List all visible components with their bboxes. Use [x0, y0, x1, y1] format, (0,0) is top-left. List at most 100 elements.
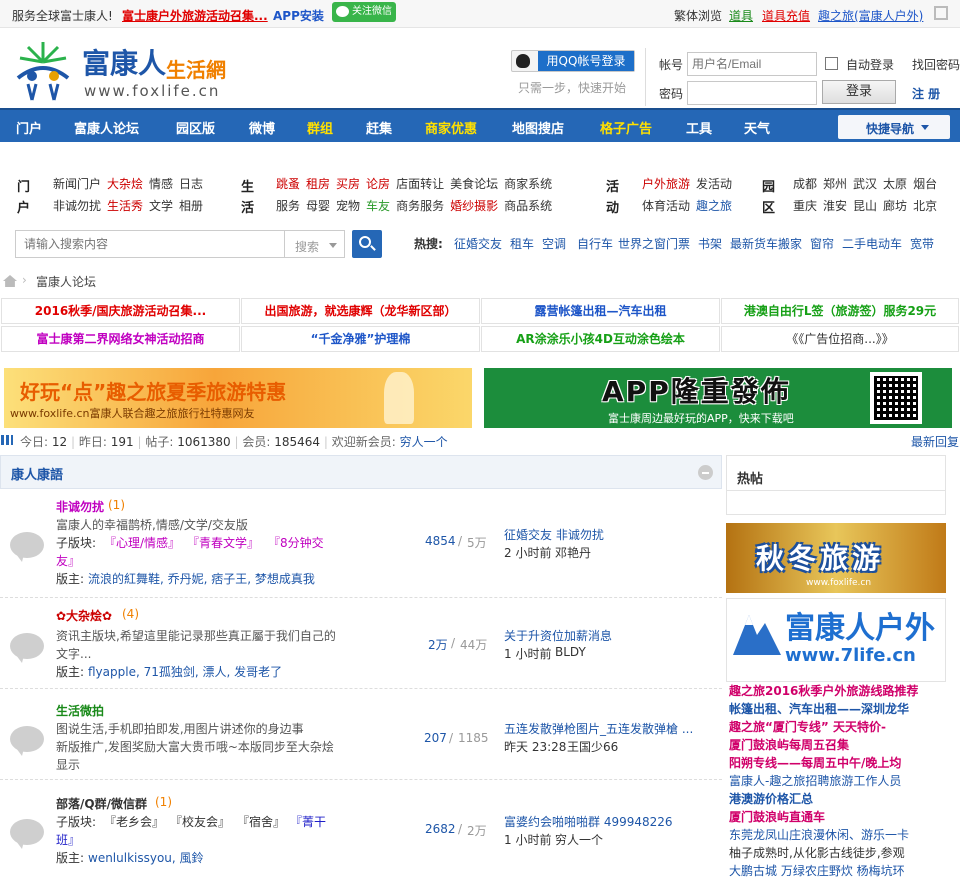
cat-link[interactable]: 母婴: [306, 199, 330, 213]
side-link[interactable]: 趣之旅2016秋季户外旅游线路推荐: [729, 682, 918, 699]
breadcrumb-forum-link[interactable]: 富康人论坛: [36, 273, 96, 290]
text-ad-cell[interactable]: AR涂涂乐小孩4D互动涂色绘本: [481, 326, 720, 352]
cat-link[interactable]: 美食论坛: [450, 177, 498, 191]
cat-link[interactable]: 商品系统: [504, 199, 552, 213]
cat-link[interactable]: 情感: [149, 177, 173, 191]
cat-link[interactable]: 买房: [336, 177, 360, 191]
cat-link[interactable]: 店面转让: [396, 177, 444, 191]
forum-last-post[interactable]: 五连发散弹枪图片_五连发散弹槍 ...: [504, 720, 693, 737]
search-button[interactable]: [352, 230, 382, 258]
hot-search-tag[interactable]: 二手电动车: [842, 235, 902, 252]
promo-link[interactable]: 富士康户外旅游活动召集...: [122, 7, 268, 24]
cat-link[interactable]: 淮安: [823, 199, 847, 213]
hot-search-tag[interactable]: 自行车: [577, 235, 613, 252]
cat-link[interactable]: 户外旅游: [642, 177, 690, 191]
side-link[interactable]: 大鹏古城 万绿农庄野炊 杨梅坑环: [729, 862, 905, 879]
forum-sub-link[interactable]: 『心理/情感』: [104, 534, 180, 551]
side-link[interactable]: 帐篷出租、汽车出租——深圳龙华: [729, 700, 909, 717]
auto-login-checkbox[interactable]: [825, 57, 838, 70]
cat-link[interactable]: 商家系统: [504, 177, 552, 191]
hot-search-tag[interactable]: 书架: [698, 235, 722, 252]
forum-mods[interactable]: 流浪的紅舞鞋, 乔丹妮, 痞子王, 梦想成真我: [88, 570, 315, 587]
outdoor-logo-ad[interactable]: 富康人户外 www.7life.cn: [726, 598, 946, 682]
forum-last-post[interactable]: 征婚交友 非诚勿扰: [504, 526, 604, 543]
find-password-link[interactable]: 找回密码: [912, 56, 960, 73]
cat-link[interactable]: 新闻门户: [53, 177, 101, 191]
side-link[interactable]: 阳朔专线——每周五中午/晚上均: [729, 754, 901, 771]
text-ad-cell[interactable]: 出国旅游，就选康辉（龙华新区部）: [241, 298, 480, 324]
fullscreen-icon[interactable]: [934, 6, 948, 20]
hot-search-tag[interactable]: 宽带: [910, 235, 934, 252]
hot-search-tag[interactable]: 租车: [510, 235, 534, 252]
nav-portal[interactable]: 门户: [16, 118, 42, 137]
cat-link[interactable]: 廊坊: [883, 199, 907, 213]
nav-grid-ads[interactable]: 格子广告: [600, 118, 652, 137]
forum-sub-link[interactable]: 『8分钟交: [268, 534, 324, 551]
login-button[interactable]: 登录: [822, 80, 896, 104]
account-input[interactable]: [687, 52, 817, 76]
register-link[interactable]: 注 册: [912, 85, 940, 102]
cat-link[interactable]: 发活动: [696, 177, 732, 191]
text-ad-cell[interactable]: 港澳自由行L签（旅游签）服务29元: [721, 298, 959, 324]
nav-weibo[interactable]: 微博: [249, 118, 275, 137]
qq-login-button[interactable]: 用QQ帐号登录: [511, 50, 635, 72]
cat-link[interactable]: 车友: [366, 199, 390, 213]
nav-weather[interactable]: 天气: [744, 118, 770, 137]
forum-last-user[interactable]: 邓艳丹: [555, 544, 591, 561]
cat-link[interactable]: 趣之旅: [696, 199, 732, 213]
side-link[interactable]: 富康人-趣之旅招聘旅游工作人员: [729, 772, 901, 789]
cat-link[interactable]: 成都: [793, 177, 817, 191]
recharge-link[interactable]: 道具充值: [762, 7, 810, 24]
cat-link[interactable]: 体育活动: [642, 199, 690, 213]
side-link[interactable]: 厦门鼓浪屿直通车: [729, 808, 825, 825]
wechat-follow-button[interactable]: 关注微信: [332, 2, 396, 22]
nav-market[interactable]: 赶集: [366, 118, 392, 137]
app-install-link[interactable]: APP安装: [273, 7, 324, 24]
forum-mods[interactable]: wenlulkissyou, 風鈴: [88, 849, 204, 866]
traditional-chinese-link[interactable]: 繁体浏览: [674, 7, 722, 24]
forum-name[interactable]: 生活微拍: [56, 702, 104, 719]
forum-name[interactable]: 部落/Q群/微信群: [56, 795, 147, 812]
side-link[interactable]: 东莞龙凤山庄浪漫休闲、游乐一卡: [729, 826, 909, 843]
forum-name[interactable]: ✿大杂烩✿: [56, 607, 112, 624]
cat-link[interactable]: 北京: [913, 199, 937, 213]
home-icon[interactable]: [3, 275, 17, 287]
forum-sub-link[interactable]: 『校友会』: [170, 813, 230, 830]
search-input[interactable]: [15, 230, 285, 258]
cat-link[interactable]: 文学: [149, 199, 173, 213]
search-type-select[interactable]: 搜索: [285, 230, 345, 258]
forum-last-user[interactable]: 穷人一个: [555, 831, 603, 848]
side-link[interactable]: 趣之旅“厦门专线” 天天特价-: [729, 718, 886, 735]
forum-sub-link[interactable]: 『老乡会』: [104, 813, 164, 830]
nav-park[interactable]: 园区版: [176, 118, 215, 137]
forum-sub-link[interactable]: 『宿舍』: [237, 813, 285, 830]
forum-last-user[interactable]: BLDY: [555, 645, 586, 659]
nav-deals[interactable]: 商家优惠: [425, 118, 477, 137]
forum-sub-link[interactable]: 『菁干: [290, 813, 326, 830]
latest-reply-link[interactable]: 最新回复: [911, 433, 959, 450]
side-link[interactable]: 柚子成熟时,从化影古线徒步,参观: [729, 844, 905, 861]
side-link[interactable]: 厦门鼓浪屿每周五召集: [729, 736, 849, 753]
cat-link[interactable]: 论房: [366, 177, 390, 191]
site-logo[interactable]: 富康人 生活網 www.foxlife.cn: [8, 38, 238, 102]
collapse-icon[interactable]: [698, 465, 713, 480]
tools-link[interactable]: 道具: [729, 7, 753, 24]
travel-banner[interactable]: 好玩“点”趣之旅夏季旅游特惠 www.foxlife.cn富康人联合趣之旅旅行社…: [4, 368, 472, 428]
hot-search-tag[interactable]: 最新货车搬家: [730, 235, 802, 252]
cat-link[interactable]: 武汉: [853, 177, 877, 191]
cat-link[interactable]: 郑州: [823, 177, 847, 191]
forum-last-user[interactable]: 王国少66: [567, 738, 618, 755]
hot-search-tag[interactable]: 空调: [542, 235, 566, 252]
cat-link[interactable]: 非诚勿扰: [53, 199, 101, 213]
cat-link[interactable]: 日志: [179, 177, 203, 191]
nav-tools[interactable]: 工具: [686, 118, 712, 137]
nav-groups[interactable]: 群组: [307, 118, 333, 137]
cat-link[interactable]: 大杂烩: [107, 177, 143, 191]
cat-link[interactable]: 昆山: [853, 199, 877, 213]
cat-link[interactable]: 相册: [179, 199, 203, 213]
cat-link[interactable]: 重庆: [793, 199, 817, 213]
text-ad-cell[interactable]: “千金净雅”护理棉: [241, 326, 480, 352]
forum-name[interactable]: 非诚勿扰: [56, 498, 104, 515]
cat-link[interactable]: 跳蚤: [276, 177, 300, 191]
cat-link[interactable]: 生活秀: [107, 199, 143, 213]
